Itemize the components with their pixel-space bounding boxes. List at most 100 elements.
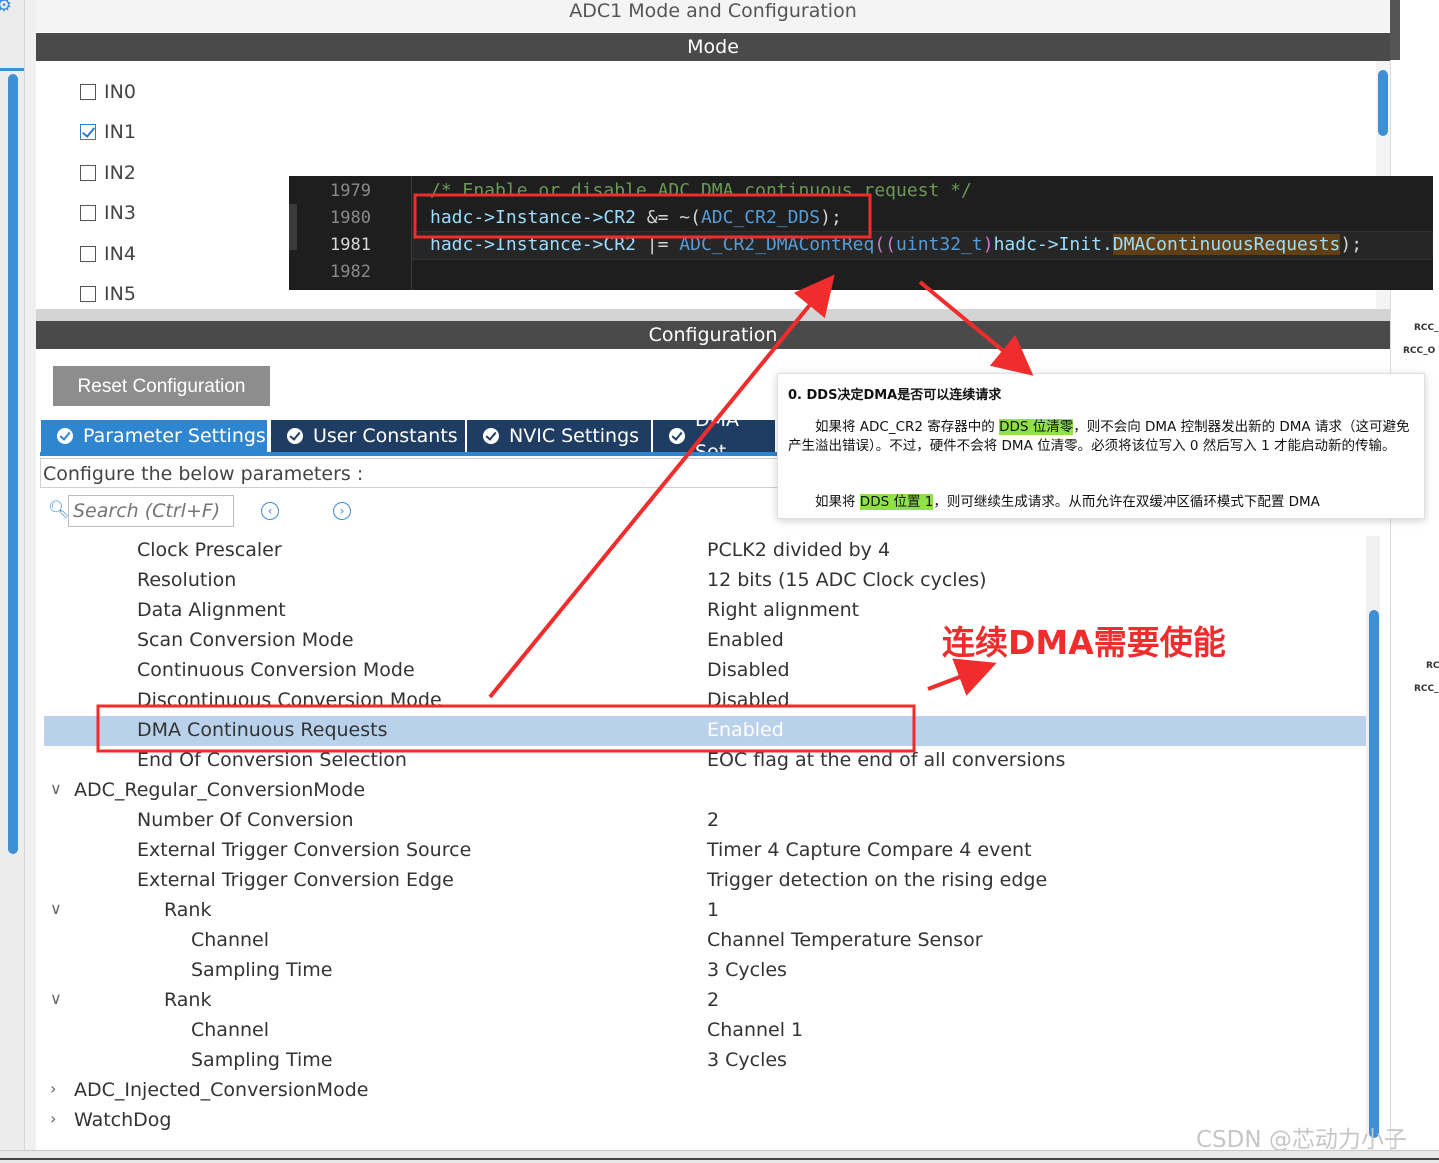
parameter-name: Sampling Time bbox=[191, 1049, 333, 1071]
parameter-name: External Trigger Conversion Edge bbox=[137, 869, 454, 891]
right-label: RCC_ bbox=[1414, 684, 1439, 694]
checkbox[interactable] bbox=[80, 246, 96, 262]
tab-0[interactable]: Parameter Settings bbox=[41, 420, 267, 452]
line-number: 1982 bbox=[330, 262, 371, 282]
code-token: ); bbox=[820, 207, 842, 228]
tab-label: NVIC Settings bbox=[509, 425, 640, 447]
excerpt-highlight: DDS 位清零 bbox=[999, 419, 1074, 435]
parameter-value[interactable]: 1 bbox=[707, 899, 719, 921]
channel-checkbox-4[interactable]: IN4 bbox=[80, 243, 136, 265]
parameter-value[interactable]: Enabled bbox=[707, 719, 784, 741]
section-splitter[interactable] bbox=[36, 309, 1390, 321]
table-row[interactable]: › WatchDog bbox=[44, 1106, 1366, 1136]
tab-2[interactable]: NVIC Settings bbox=[467, 420, 651, 452]
table-row[interactable]: Resolution 12 bits (15 ADC Clock cycles) bbox=[44, 566, 1366, 596]
code-token: &= ~( bbox=[635, 207, 701, 228]
table-row[interactable]: Channel Channel 1 bbox=[44, 1016, 1366, 1046]
parameter-value[interactable]: Trigger detection on the rising edge bbox=[707, 869, 1047, 891]
checkbox[interactable] bbox=[80, 124, 96, 140]
tab-3[interactable]: DMA Set bbox=[653, 409, 775, 463]
parameter-name: DMA Continuous Requests bbox=[137, 719, 388, 741]
channel-checkbox-2[interactable]: IN2 bbox=[80, 162, 136, 184]
parameter-value[interactable]: 3 Cycles bbox=[707, 959, 787, 981]
chevron-down-icon[interactable]: ∨ bbox=[50, 989, 64, 1008]
code-token: ADC_CR2_DMAContReq bbox=[679, 234, 875, 255]
table-row[interactable]: Sampling Time 3 Cycles bbox=[44, 1046, 1366, 1076]
parameter-value[interactable]: 3 Cycles bbox=[707, 1049, 787, 1071]
code-token: (( bbox=[874, 234, 897, 255]
code-token: ADC_CR2_DDS bbox=[700, 207, 821, 228]
parameter-value[interactable]: 2 bbox=[707, 989, 719, 1011]
parameter-scrollbar[interactable] bbox=[1369, 610, 1379, 1138]
tab-label: User Constants bbox=[313, 425, 458, 447]
chevron-down-icon[interactable]: ∨ bbox=[50, 899, 64, 918]
parameter-name: ADC_Regular_ConversionMode bbox=[74, 779, 366, 801]
table-row[interactable]: Sampling Time 3 Cycles bbox=[44, 956, 1366, 986]
parameter-name: End Of Conversion Selection bbox=[137, 749, 407, 771]
mode-scrollbar[interactable] bbox=[1378, 70, 1388, 136]
parameter-value[interactable]: Right alignment bbox=[707, 599, 859, 621]
channel-checkbox-1[interactable]: IN1 bbox=[80, 121, 136, 143]
table-row[interactable]: Discontinuous Conversion Mode Disabled bbox=[44, 686, 1366, 716]
next-match-icon[interactable]: › bbox=[333, 502, 351, 520]
parameter-value[interactable]: Timer 4 Capture Compare 4 event bbox=[707, 839, 1032, 861]
checkbox[interactable] bbox=[80, 165, 96, 181]
gutter-change-marker bbox=[289, 204, 297, 250]
channel-checkbox-3[interactable]: IN3 bbox=[80, 202, 136, 224]
checkbox[interactable] bbox=[80, 286, 96, 302]
table-row[interactable]: ∨ Rank 2 bbox=[44, 986, 1366, 1016]
parameter-value[interactable]: Disabled bbox=[707, 659, 790, 681]
reset-configuration-button[interactable]: Reset Configuration bbox=[53, 366, 270, 406]
code-token: |= bbox=[635, 234, 680, 255]
checkbox-label: IN0 bbox=[104, 81, 136, 103]
chevron-right-icon[interactable]: › bbox=[50, 1109, 64, 1128]
reference-manual-excerpt: 0. DDS决定DMA是否可以连续请求 如果将 ADC_CR2 寄存器中的 DD… bbox=[777, 373, 1425, 519]
parameter-value[interactable]: Channel 1 bbox=[707, 1019, 803, 1041]
excerpt-highlight: DDS 位置 1 bbox=[859, 494, 934, 510]
code-token: hadc->Init. bbox=[993, 234, 1113, 255]
code-gutter: 1979 1980 1981 1982 bbox=[289, 176, 412, 290]
excerpt-paragraph: 如果将 ADC_CR2 寄存器中的 DDS 位清零，则不会向 DMA 控制器发出… bbox=[788, 418, 1412, 456]
parameter-value[interactable]: Enabled bbox=[707, 629, 784, 651]
gear-icon[interactable]: ⚙ bbox=[0, 0, 16, 16]
left-panel-scrollbar[interactable] bbox=[8, 74, 18, 854]
parameter-value[interactable]: 12 bits (15 ADC Clock cycles) bbox=[707, 569, 987, 591]
parameter-value[interactable]: EOC flag at the end of all conversions bbox=[707, 749, 1065, 771]
table-row[interactable]: ∨ ADC_Regular_ConversionMode bbox=[44, 776, 1366, 806]
checkbox-label: IN5 bbox=[104, 283, 136, 305]
table-row[interactable]: External Trigger Conversion Source Timer … bbox=[44, 836, 1366, 866]
table-row[interactable]: External Trigger Conversion Edge Trigger … bbox=[44, 866, 1366, 896]
parameter-name: Rank bbox=[164, 899, 212, 921]
table-row[interactable]: › ADC_Injected_ConversionMode bbox=[44, 1076, 1366, 1106]
code-token: hadc->Instance->CR2 bbox=[430, 234, 636, 255]
channel-checkbox-5[interactable]: IN5 bbox=[80, 283, 136, 305]
parameter-value[interactable]: Disabled bbox=[707, 689, 790, 711]
parameter-name: Discontinuous Conversion Mode bbox=[137, 689, 442, 711]
previous-match-icon[interactable]: ‹ bbox=[261, 502, 279, 520]
code-line-1981: hadc->Instance->CR2 |= ADC_CR2_DMAContRe… bbox=[430, 234, 1362, 255]
code-token-highlighted: DMAContinuousRequests bbox=[1112, 234, 1341, 255]
search-input[interactable] bbox=[68, 495, 234, 527]
line-number: 1979 bbox=[330, 181, 371, 201]
parameter-name: Rank bbox=[164, 989, 212, 1011]
chevron-down-icon[interactable]: ∨ bbox=[50, 779, 64, 798]
parameter-value[interactable]: 2 bbox=[707, 809, 719, 831]
line-number: 1980 bbox=[330, 208, 371, 228]
search-icon: 🔍︎ bbox=[48, 500, 70, 520]
table-row[interactable]: DMA Continuous Requests Enabled bbox=[44, 716, 1366, 746]
table-row[interactable]: ∨ Rank 1 bbox=[44, 896, 1366, 926]
checkbox[interactable] bbox=[80, 84, 96, 100]
table-row[interactable]: End Of Conversion Selection EOC flag at t… bbox=[44, 746, 1366, 776]
checkbox-label: IN1 bbox=[104, 121, 136, 143]
table-row[interactable]: Clock Prescaler PCLK2 divided by 4 bbox=[44, 536, 1366, 566]
table-row[interactable]: Channel Channel Temperature Sensor bbox=[44, 926, 1366, 956]
right-label: RC bbox=[1426, 661, 1439, 671]
checkbox[interactable] bbox=[80, 205, 96, 221]
parameter-value[interactable]: PCLK2 divided by 4 bbox=[707, 539, 890, 561]
table-row[interactable]: Number Of Conversion 2 bbox=[44, 806, 1366, 836]
tab-1[interactable]: User Constants bbox=[271, 420, 465, 452]
channel-checkbox-0[interactable]: IN0 bbox=[80, 81, 136, 103]
chevron-right-icon[interactable]: › bbox=[50, 1079, 64, 1098]
right-panel-border bbox=[1390, 0, 1400, 60]
parameter-value[interactable]: Channel Temperature Sensor bbox=[707, 929, 983, 951]
